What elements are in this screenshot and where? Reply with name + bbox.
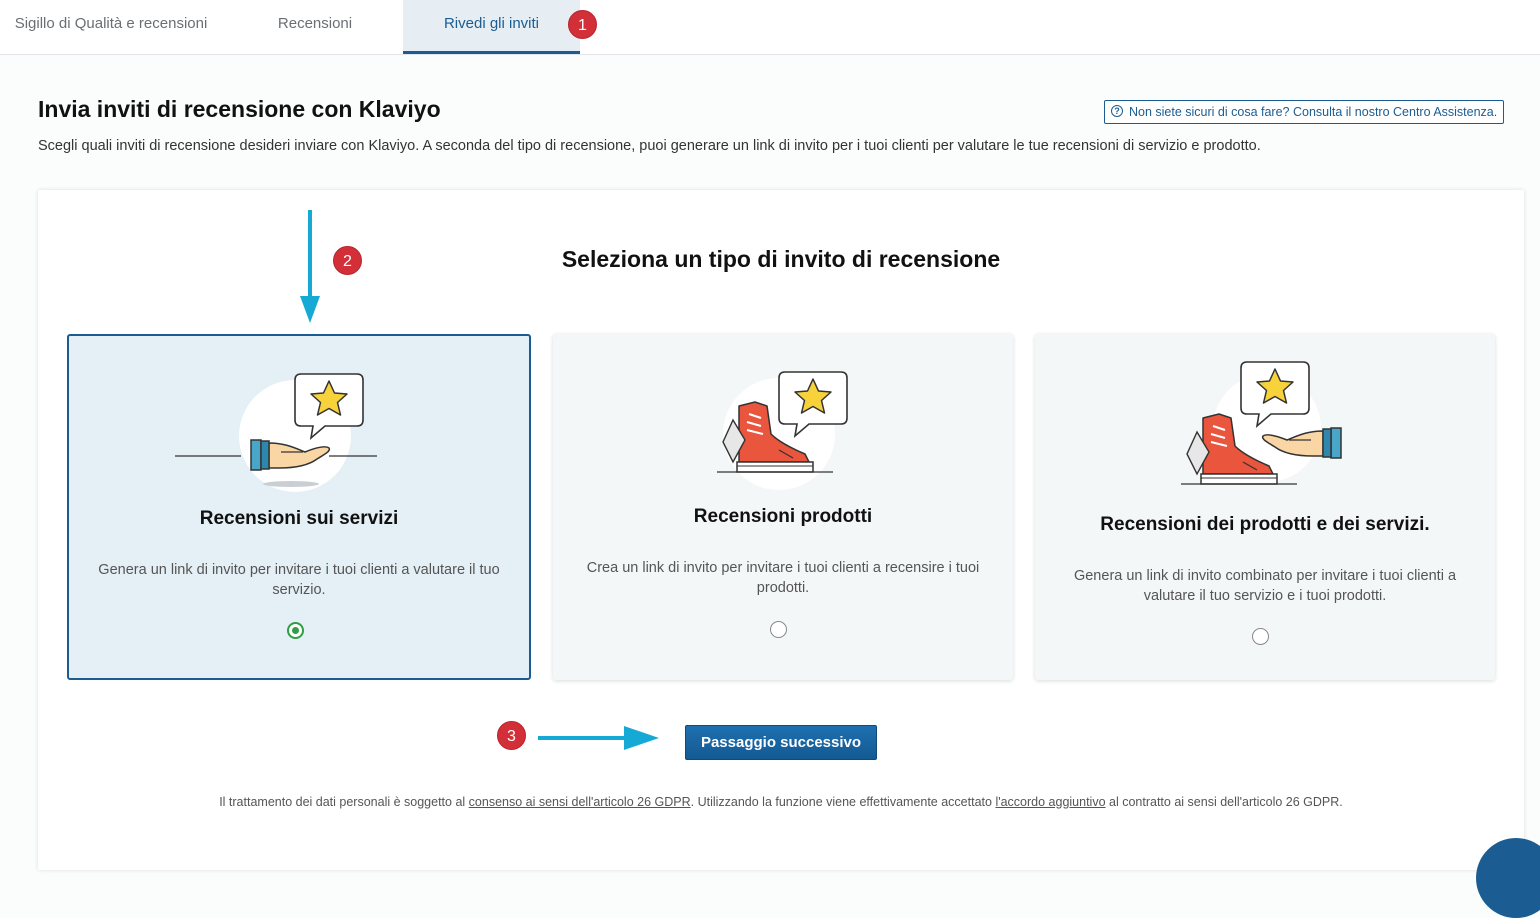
- section-title: Seleziona un tipo di invito di recension…: [561, 246, 1001, 272]
- page-description: Scegli quali inviti di recensione deside…: [38, 138, 1261, 154]
- card-description: Genera un link di invito per invitare i …: [98, 562, 500, 598]
- card-description: Genera un link di invito combinato per i…: [1073, 568, 1457, 604]
- tab-seal-and-reviews[interactable]: Sigillo di Qualità e recensioni: [0, 0, 222, 54]
- annotation-right-arrow: [538, 726, 659, 750]
- tab-reviews[interactable]: Recensioni: [240, 0, 390, 54]
- tab-review-invitations[interactable]: Rivedi gli inviti: [403, 0, 580, 54]
- card-service-reviews[interactable]: Recensioni sui servizi Genera un link di…: [67, 334, 531, 680]
- hand-star-speech-icon: [174, 373, 378, 492]
- sneaker-star-speech-icon: [716, 371, 848, 490]
- card-title: Recensioni dei prodotti e dei servizi.: [1100, 514, 1430, 535]
- page-title: Invia inviti di recensione con Klaviyo: [38, 96, 441, 122]
- card-title: Recensioni prodotti: [693, 506, 873, 527]
- next-step-button[interactable]: Passaggio successivo: [685, 725, 877, 760]
- radio-product-and-service-reviews[interactable]: [1252, 628, 1269, 645]
- question-circle-icon: ?: [1111, 105, 1123, 117]
- gdpr-consent-link[interactable]: consenso ai sensi dell'articolo 26 GDPR: [469, 795, 691, 809]
- chat-widget-button[interactable]: [1476, 838, 1540, 918]
- card-product-reviews[interactable]: Recensioni prodotti Crea un link di invi…: [553, 334, 1013, 680]
- radio-service-reviews[interactable]: [287, 622, 304, 639]
- gdpr-note: Il trattamento dei dati personali è sogg…: [0, 795, 1540, 809]
- tab-bar: Sigillo di Qualità e recensioni Recensio…: [0, 0, 1540, 55]
- card-title: Recensioni sui servizi: [199, 508, 399, 529]
- annotation-badge-3: 3: [497, 721, 526, 750]
- additional-agreement-link[interactable]: l'accordo aggiuntivo: [995, 795, 1105, 809]
- annotation-badge-1: 1: [568, 10, 597, 39]
- gdpr-note-text: Il trattamento dei dati personali è sogg…: [219, 795, 469, 809]
- sneaker-hand-star-speech-icon: [1180, 361, 1342, 485]
- help-center-link[interactable]: ? Non siete sicuri di cosa fare? Consult…: [1104, 100, 1505, 124]
- radio-product-reviews[interactable]: [770, 621, 787, 638]
- card-description: Crea un link di invito per invitare i tu…: [586, 560, 980, 596]
- gdpr-note-text: . Utilizzando la funzione viene effettiv…: [690, 795, 996, 809]
- gdpr-note-text: al contratto ai sensi dell'articolo 26 G…: [1105, 795, 1343, 809]
- card-product-and-service-reviews[interactable]: Recensioni dei prodotti e dei servizi. G…: [1035, 334, 1495, 680]
- help-center-link-label: Non siete sicuri di cosa fare? Consulta …: [1129, 105, 1498, 119]
